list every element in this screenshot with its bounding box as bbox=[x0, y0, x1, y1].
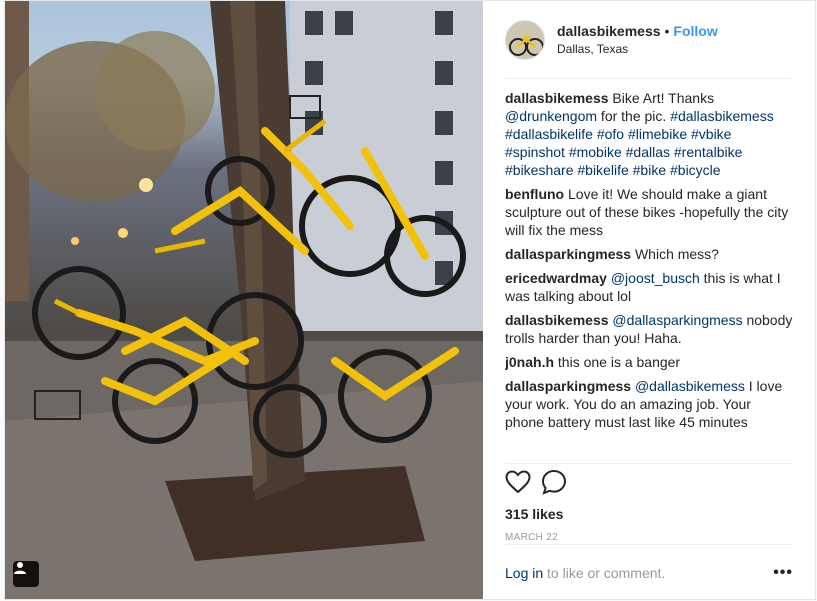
comment-username[interactable]: dallasparkingmess bbox=[505, 246, 631, 262]
comment-text: Which mess? bbox=[631, 246, 719, 262]
comment-username[interactable]: j0nah.h bbox=[505, 354, 554, 370]
person-icon bbox=[14, 562, 26, 574]
action-icons bbox=[505, 468, 793, 498]
comment-item: ericedwardmay @joost_busch this is what … bbox=[505, 269, 793, 305]
avatar-image bbox=[506, 20, 544, 59]
username-link[interactable]: dallasbikemess bbox=[557, 23, 661, 39]
login-prompt-text: to like or comment. bbox=[543, 564, 666, 581]
comment-username[interactable]: dallasbikemess bbox=[505, 312, 609, 328]
bike-tree-illustration bbox=[5, 1, 483, 599]
comment-item: dallasparkingmess Which mess? bbox=[505, 245, 793, 263]
avatar[interactable] bbox=[505, 19, 545, 60]
location-link[interactable]: Dallas, Texas bbox=[557, 40, 718, 58]
comment-icon[interactable] bbox=[541, 469, 567, 498]
user-tag-icon[interactable] bbox=[13, 561, 39, 587]
header-line: dallasbikemess • Follow bbox=[557, 22, 718, 40]
comment-link[interactable]: @joost_busch bbox=[611, 270, 700, 286]
heart-icon[interactable] bbox=[505, 469, 531, 497]
comment-link[interactable]: @drunkengom bbox=[505, 108, 597, 124]
post-actions: 315 likes MARCH 22 bbox=[505, 463, 793, 543]
comment-username[interactable]: dallasparkingmess bbox=[505, 378, 631, 394]
comment-username[interactable]: dallasbikemess bbox=[505, 90, 609, 106]
comment-container: dallasbikemess Bike Art! Thanks @drunken… bbox=[505, 89, 793, 431]
comment-item: dallasbikemess Bike Art! Thanks @drunken… bbox=[505, 89, 793, 179]
comment-icon-svg bbox=[541, 469, 567, 495]
comment-text: Bike Art! Thanks bbox=[608, 90, 715, 106]
post-header: dallasbikemess • Follow Dallas, Texas bbox=[505, 1, 791, 79]
comment-item: benfluno Love it! We should make a giant… bbox=[505, 185, 793, 239]
heart-icon-svg bbox=[505, 469, 531, 493]
comment-text: this one is a banger bbox=[554, 354, 681, 370]
follow-button[interactable]: Follow bbox=[673, 23, 717, 39]
comments-list: dallasbikemess Bike Art! Thanks @drunken… bbox=[505, 89, 793, 455]
header-text: dallasbikemess • Follow Dallas, Texas bbox=[557, 22, 718, 58]
post-card: dallasbikemess • Follow Dallas, Texas dall… bbox=[4, 0, 816, 600]
comment-item: j0nah.h this one is a banger bbox=[505, 353, 793, 371]
post-date[interactable]: MARCH 22 bbox=[505, 532, 793, 543]
comment-item: dallasbikemess @dallasparkingmess nobody… bbox=[505, 311, 793, 347]
comment-link[interactable]: @dallasparkingmess bbox=[612, 312, 742, 328]
login-link[interactable]: Log in bbox=[505, 565, 543, 581]
post-photo[interactable] bbox=[5, 1, 483, 599]
like-count[interactable]: 315 likes bbox=[505, 506, 793, 522]
post-sidebar: dallasbikemess • Follow Dallas, Texas dall… bbox=[483, 1, 815, 599]
post-footer: Log in to like or comment. ••• bbox=[505, 544, 793, 600]
comment-username[interactable]: benfluno bbox=[505, 186, 564, 202]
separator-dot: • bbox=[664, 22, 670, 39]
comment-text: for the pic. bbox=[597, 108, 671, 124]
comment-item: dallasparkingmess @dallasbikemess I love… bbox=[505, 377, 793, 431]
comment-username[interactable]: ericedwardmay bbox=[505, 270, 607, 286]
more-options-icon[interactable]: ••• bbox=[773, 564, 793, 582]
login-prompt: Log in to like or comment. bbox=[505, 565, 665, 581]
comment-link[interactable]: @dallasbikemess bbox=[635, 378, 745, 394]
